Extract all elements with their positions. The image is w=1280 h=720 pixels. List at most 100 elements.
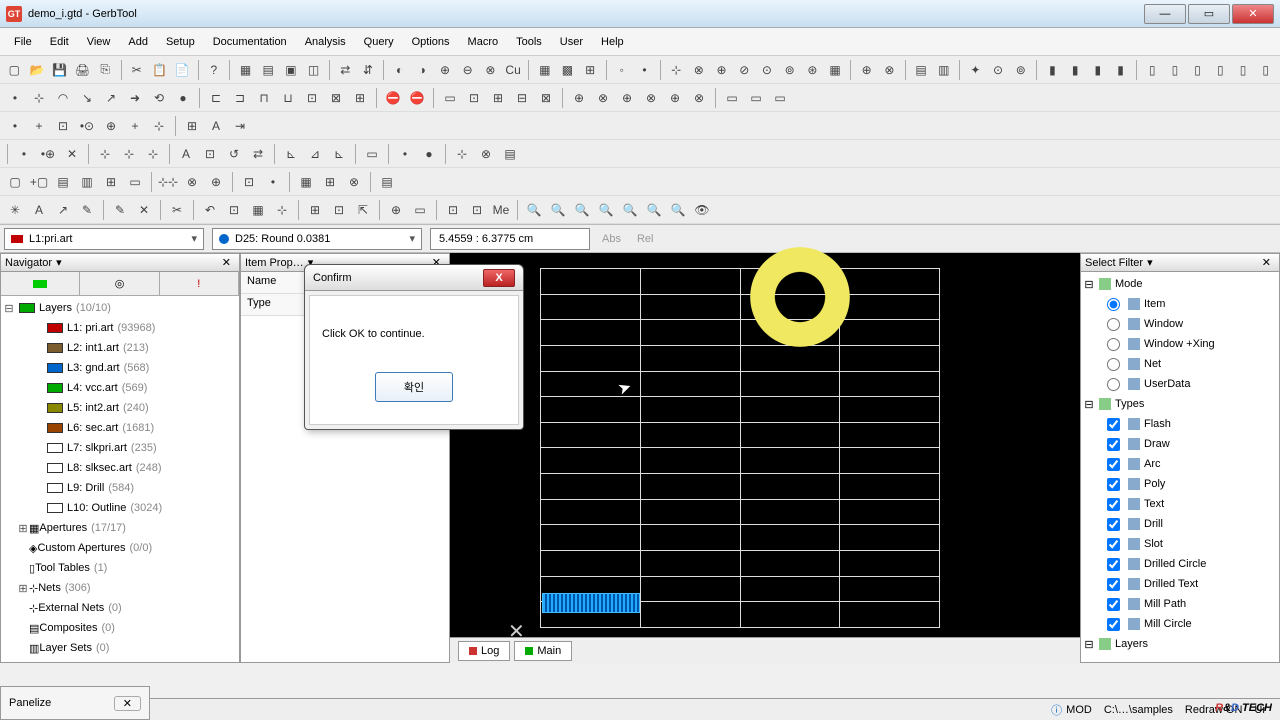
close-button[interactable]: ✕ [1232,4,1274,24]
filter-mode-item[interactable]: Item [1083,294,1277,314]
toolbar-button[interactable]: ✦ [965,59,986,81]
toolbar-button[interactable]: ▯ [1255,59,1276,81]
toolbar-button[interactable]: ⇵ [358,59,379,81]
toolbar-button[interactable]: ⇱ [352,199,374,221]
toolbar-button[interactable]: ⊗ [475,143,497,165]
toolbar-button[interactable]: ▤ [499,143,521,165]
toolbar-button[interactable]: ⊓ [253,87,275,109]
toolbar-button[interactable]: ▢ [4,171,26,193]
toolbar-button[interactable]: ▮ [1065,59,1086,81]
toolbar-button[interactable]: ? [204,59,225,81]
toolbar-button[interactable]: ⊡ [52,115,74,137]
toolbar-button[interactable]: 👁 [691,199,713,221]
toolbar-button[interactable]: ⊟ [511,87,533,109]
menu-tools[interactable]: Tools [508,32,550,52]
filter-type-arc[interactable]: Arc [1083,454,1277,474]
menu-options[interactable]: Options [404,32,458,52]
toolbar-button[interactable]: ⊡ [301,87,323,109]
toolbar-button[interactable]: ⊙ [988,59,1009,81]
toolbar-button[interactable]: +▢ [28,171,50,193]
toolbar-button[interactable]: ⊗ [181,171,203,193]
toolbar-button[interactable]: ✂ [166,199,188,221]
menu-macro[interactable]: Macro [460,32,507,52]
toolbar-button[interactable]: ⊏ [205,87,227,109]
toolbar-button[interactable]: 🔍 [643,199,665,221]
toolbar-button[interactable]: ⛔ [406,87,428,109]
toolbar-button[interactable]: ▮ [1087,59,1108,81]
toolbar-button[interactable]: ⊾ [280,143,302,165]
toolbar-button[interactable]: •⊕ [37,143,59,165]
toolbar-button[interactable]: ⊔ [277,87,299,109]
toolbar-button[interactable]: ⊠ [325,87,347,109]
filter-type-poly[interactable]: Poly [1083,474,1277,494]
toolbar-button[interactable]: ▭ [361,143,383,165]
toolbar-button[interactable]: ⊹ [94,143,116,165]
tab-log[interactable]: Log [458,641,510,661]
toolbar-button[interactable]: ⊠ [535,87,557,109]
toolbar-button[interactable]: 📄 [172,59,193,81]
toolbar-button[interactable]: ✂ [126,59,147,81]
toolbar-button[interactable]: •⊙ [76,115,98,137]
toolbar-button[interactable]: ⇄ [335,59,356,81]
toolbar-button[interactable]: ⊡ [223,199,245,221]
toolbar-button[interactable]: ⊕ [100,115,122,137]
toolbar-button[interactable]: ▦ [534,59,555,81]
toolbar-button[interactable]: • [262,171,284,193]
toolbar-button[interactable]: ▮ [1110,59,1131,81]
toolbar-button[interactable]: ⊕ [664,87,686,109]
menu-view[interactable]: View [79,32,119,52]
toolbar-button[interactable]: ⊹ [118,143,140,165]
toolbar-button[interactable]: ⊡ [442,199,464,221]
filter-mode-window-xing[interactable]: Window +Xing [1083,334,1277,354]
toolbar-button[interactable]: • [394,143,416,165]
toolbar-button[interactable]: ⊡ [328,199,350,221]
nav-tab-3[interactable]: ! [160,272,239,295]
toolbar-button[interactable]: • [13,143,35,165]
layer-item[interactable]: L3: gnd.art(568) [3,358,237,378]
toolbar-button[interactable]: ⊞ [181,115,203,137]
toolbar-button[interactable]: ▣ [281,59,302,81]
panel-close-icon[interactable]: ✕ [1258,256,1275,269]
toolbar-button[interactable]: ⊹ [28,87,50,109]
toolbar-button[interactable]: ▭ [769,87,791,109]
toolbar-button[interactable]: ⊕ [385,199,407,221]
toolbar-button[interactable]: ⊹ [271,199,293,221]
toolbar-button[interactable]: 📂 [27,59,48,81]
toolbar-button[interactable]: ▯ [1187,59,1208,81]
toolbar-button[interactable]: ↗ [52,199,74,221]
layer-item[interactable]: L10: Outline(3024) [3,498,237,518]
toolbar-button[interactable]: ⊗ [343,171,365,193]
filter-type-flash[interactable]: Flash [1083,414,1277,434]
toolbar-button[interactable]: ⊕ [205,171,227,193]
pin-icon[interactable]: ▾ [1143,256,1157,269]
toolbar-button[interactable]: + [124,115,146,137]
toolbar-button[interactable]: ⊿ [304,143,326,165]
dialog-close-button[interactable]: X [483,269,515,287]
toolbar-button[interactable]: ⊕ [435,59,456,81]
toolbar-button[interactable]: ▤ [911,59,932,81]
dialog-ok-button[interactable]: 확인 [375,372,453,402]
toolbar-button[interactable]: ▯ [1142,59,1163,81]
toolbar-button[interactable]: ◫ [303,59,324,81]
toolbar-button[interactable]: ⊡ [238,171,260,193]
toolbar-button[interactable]: ⊗ [592,87,614,109]
toolbar-button[interactable]: ⊹ [451,143,473,165]
menu-user[interactable]: User [552,32,591,52]
toolbar-button[interactable]: Cu [503,59,524,81]
toolbar-button[interactable]: ⊡ [199,143,221,165]
filter-type-drilled-circle[interactable]: Drilled Circle [1083,554,1277,574]
layer-item[interactable]: L4: vcc.art(569) [3,378,237,398]
toolbar-button[interactable]: ▭ [745,87,767,109]
navigator-tree[interactable]: ⊟Layers (10/10) L1: pri.art(93968)L2: in… [1,296,239,662]
filter-type-mill-circle[interactable]: Mill Circle [1083,614,1277,634]
toolbar-button[interactable]: A [205,115,227,137]
toolbar-button[interactable]: ↗ [100,87,122,109]
rel-toggle[interactable]: Rel [633,233,658,245]
toolbar-button[interactable]: ⊹ [142,143,164,165]
abs-toggle[interactable]: Abs [598,233,625,245]
toolbar-button[interactable]: ⊖ [457,59,478,81]
toolbar-button[interactable]: ▭ [721,87,743,109]
toolbar-button[interactable]: ⊙ [757,59,778,81]
toolbar-button[interactable]: ▯ [1210,59,1231,81]
toolbar-button[interactable]: ▩ [557,59,578,81]
